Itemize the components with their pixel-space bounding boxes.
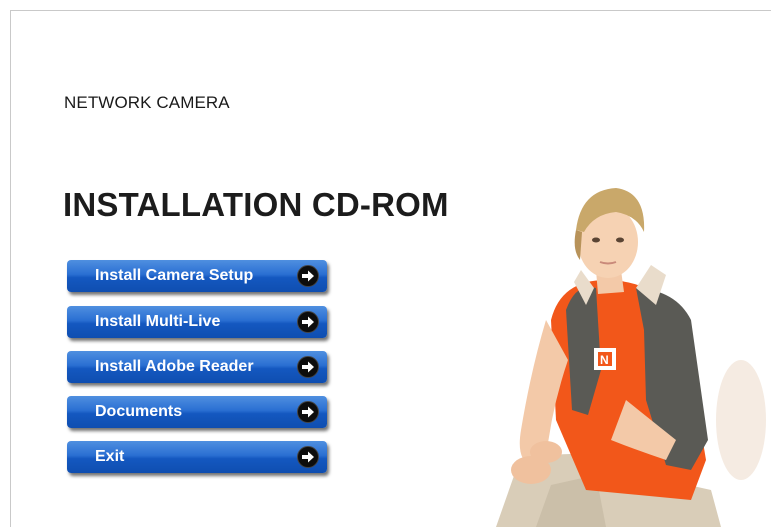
- button-label: Install Adobe Reader: [95, 358, 254, 375]
- exit-button[interactable]: Exit: [67, 441, 327, 473]
- documents-button[interactable]: Documents: [67, 396, 327, 428]
- install-adobe-reader-button[interactable]: Install Adobe Reader: [67, 351, 327, 383]
- button-label: Exit: [95, 448, 125, 465]
- install-multi-live-button[interactable]: Install Multi-Live: [67, 306, 327, 338]
- button-label: Install Camera Setup: [95, 267, 254, 284]
- boy-photo: N: [496, 188, 766, 527]
- arrow-right-icon: [297, 401, 319, 423]
- page-title: INSTALLATION CD-ROM: [63, 186, 449, 223]
- product-subtitle: NETWORK CAMERA: [64, 93, 230, 112]
- arrow-right-icon: [297, 265, 319, 287]
- arrow-right-icon: [297, 311, 319, 333]
- button-label: Documents: [95, 403, 183, 420]
- button-label: Install Multi-Live: [95, 313, 221, 330]
- arrow-right-icon: [297, 356, 319, 378]
- svg-text:N: N: [600, 353, 609, 367]
- arrow-right-icon: [297, 446, 319, 468]
- install-camera-setup-button[interactable]: Install Camera Setup: [67, 260, 327, 292]
